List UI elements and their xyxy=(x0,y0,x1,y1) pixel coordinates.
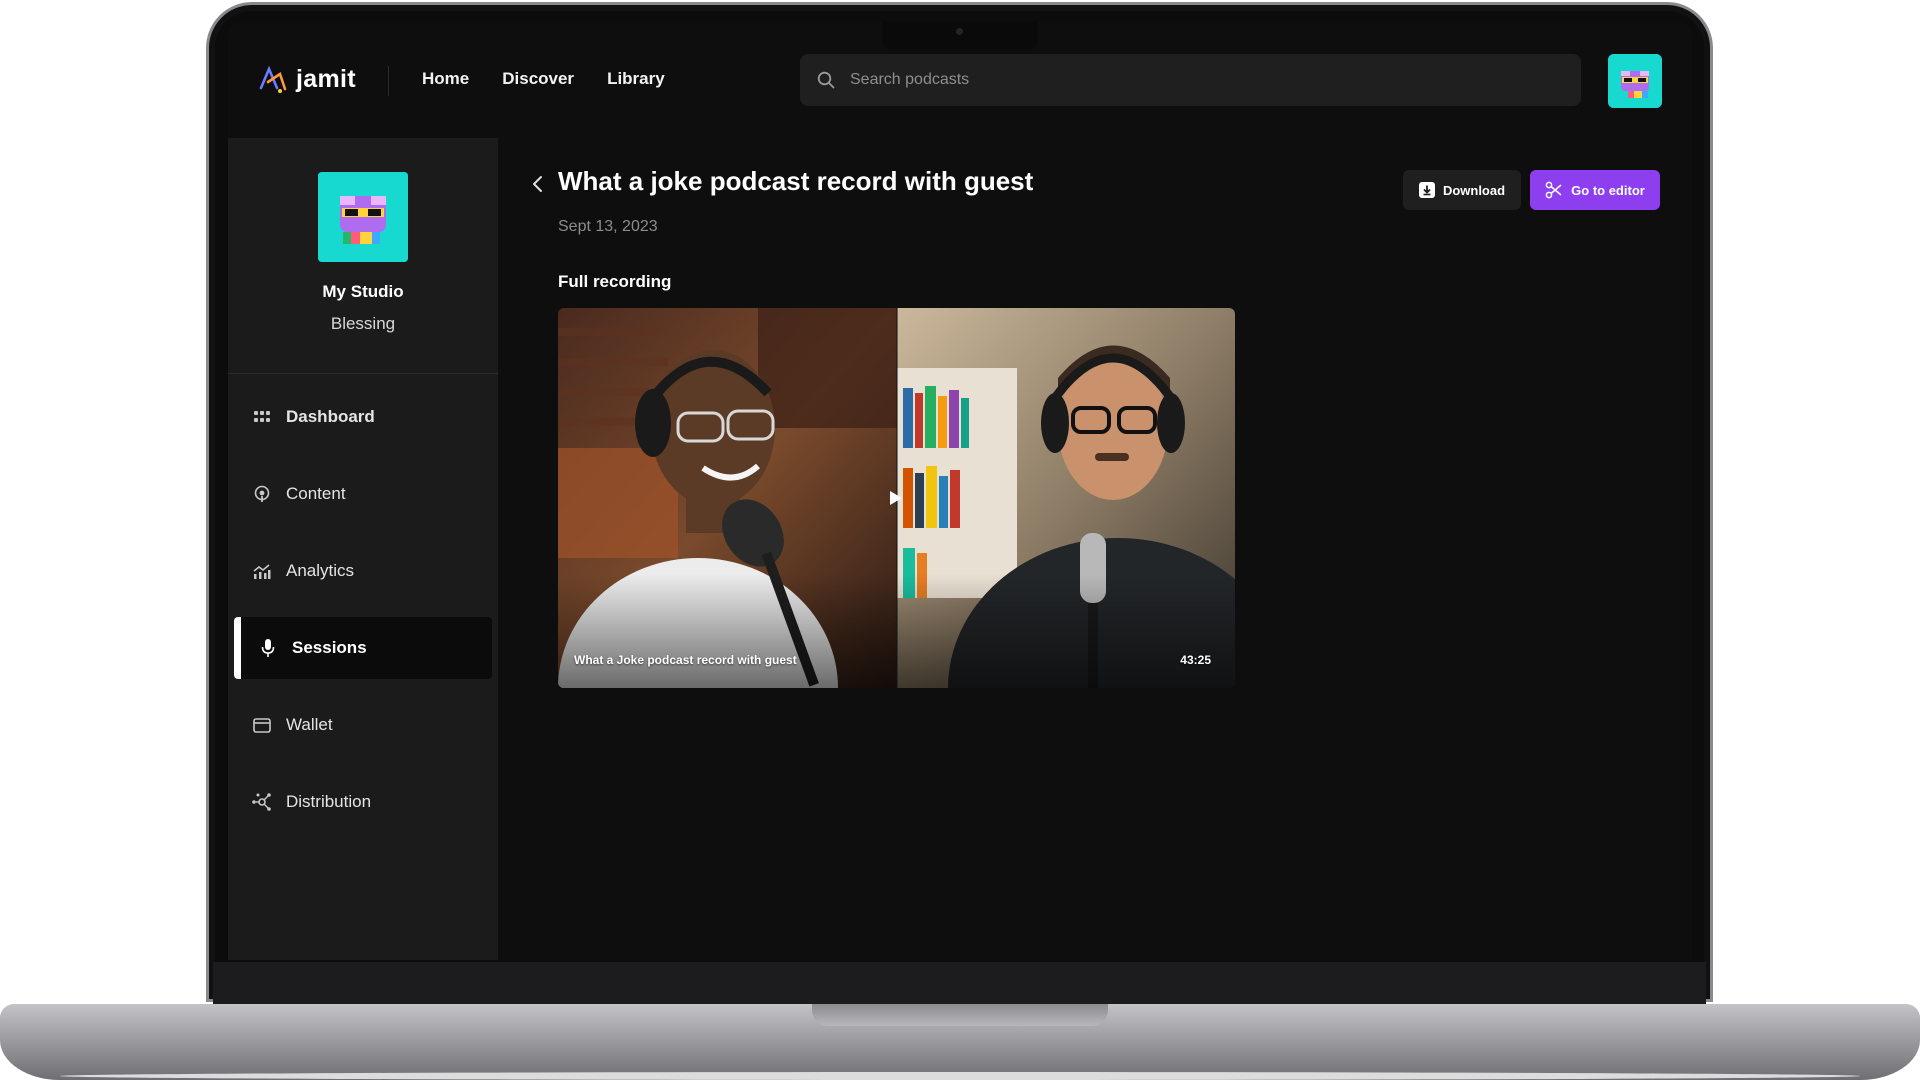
main-content: What a joke podcast record with guest Se… xyxy=(498,138,1692,960)
laptop-bezel xyxy=(213,962,1706,1004)
sidebar-item-wallet[interactable]: Wallet xyxy=(234,694,492,756)
sidebar-item-label: Analytics xyxy=(286,561,355,580)
network-icon xyxy=(252,792,272,812)
sidebar-item-label: Sessions xyxy=(292,638,367,657)
microphone-icon xyxy=(258,638,278,658)
main-nav: Home Discover Library xyxy=(422,69,665,89)
header-divider xyxy=(388,66,389,96)
grid-icon xyxy=(252,407,272,427)
video-duration: 43:25 xyxy=(1180,653,1211,667)
video-caption: What a Joke podcast record with guest xyxy=(574,653,797,667)
sidebar-item-label: Dashboard xyxy=(286,407,375,426)
studio-name: My Studio xyxy=(322,282,404,301)
studio-profile: My Studio Blessing xyxy=(228,138,498,374)
sidebar-item-label: Content xyxy=(286,484,346,503)
sidebar-item-sessions[interactable]: Sessions xyxy=(234,617,492,679)
video-player[interactable]: What a Joke podcast record with guest 43… xyxy=(558,308,1235,688)
scissors-icon xyxy=(1545,181,1562,199)
download-button-label: Download xyxy=(1442,182,1506,198)
nav-library[interactable]: Library xyxy=(607,69,665,89)
sidebar-item-label: Wallet xyxy=(286,715,333,734)
download-button[interactable]: Download xyxy=(1403,170,1521,210)
podcast-icon xyxy=(252,484,272,504)
user-avatar[interactable] xyxy=(1608,54,1662,108)
brand-name: jamit xyxy=(296,64,356,93)
download-icon xyxy=(1418,182,1435,198)
nav-home[interactable]: Home xyxy=(422,69,469,89)
app-screen: jamit Home Discover Library Search podca… xyxy=(228,22,1692,960)
sidebar-menu: Dashboard Content Analytics Sessions Wal… xyxy=(234,386,492,848)
jamit-logo-icon xyxy=(259,65,287,93)
nav-discover[interactable]: Discover xyxy=(502,69,574,89)
search-input[interactable] xyxy=(850,71,1490,89)
chart-icon xyxy=(252,561,272,581)
sidebar-item-analytics[interactable]: Analytics xyxy=(234,540,492,602)
play-icon[interactable] xyxy=(880,483,910,513)
go-to-editor-label: Go to editor xyxy=(1571,182,1645,198)
sidebar-item-content[interactable]: Content xyxy=(234,463,492,525)
laptop-base-notch xyxy=(812,1004,1108,1026)
brand-logo[interactable]: jamit xyxy=(258,64,356,94)
go-to-editor-button[interactable]: Go to editor xyxy=(1530,170,1660,210)
back-arrow-icon[interactable] xyxy=(528,174,548,194)
sidebar: My Studio Blessing Dashboard Content Ana… xyxy=(228,138,498,960)
search-icon xyxy=(817,71,835,89)
session-date: Sept 13, 2023 xyxy=(558,218,658,235)
avatar-character-icon xyxy=(1608,54,1662,108)
laptop-shadow xyxy=(60,1072,1860,1080)
camera-icon xyxy=(956,28,963,35)
studio-username: Blessing xyxy=(330,314,396,333)
studio-character-icon xyxy=(318,172,408,262)
studio-avatar[interactable] xyxy=(318,172,408,262)
sidebar-item-dashboard[interactable]: Dashboard xyxy=(234,386,492,448)
sidebar-item-label: Distribution xyxy=(286,792,372,811)
camera-notch xyxy=(882,22,1038,50)
section-heading: Full recording xyxy=(558,272,672,291)
search-bar xyxy=(800,54,1581,106)
sidebar-item-distribution[interactable]: Distribution xyxy=(234,771,492,833)
page-title: What a joke podcast record with guest xyxy=(558,166,1034,196)
wallet-icon xyxy=(252,715,272,735)
